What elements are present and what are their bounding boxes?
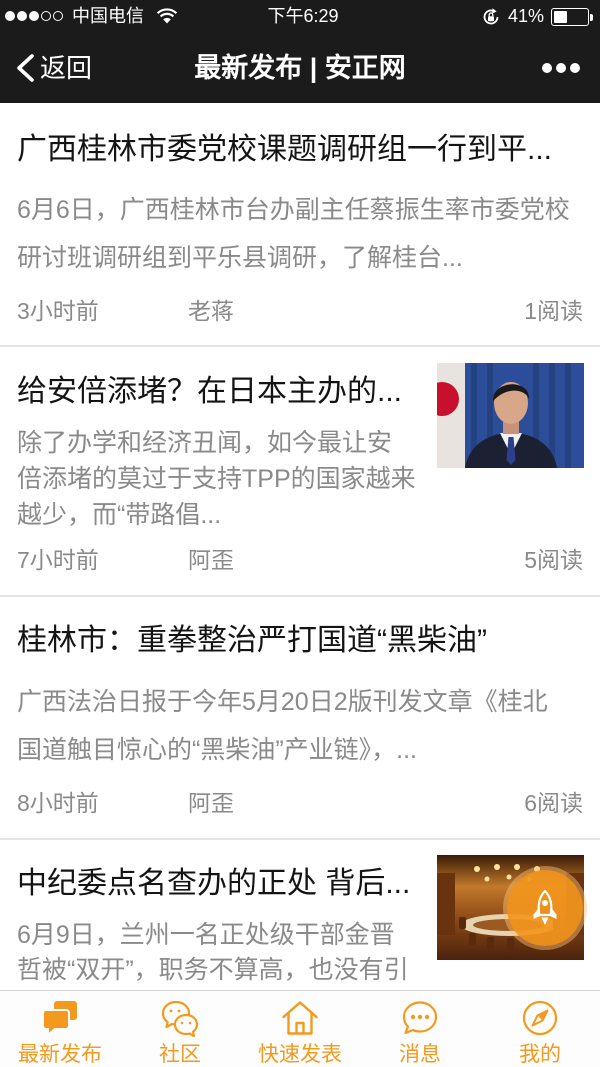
compass-icon — [520, 998, 560, 1038]
article-time: 7小时前 — [17, 547, 99, 573]
battery-icon — [551, 8, 589, 26]
message-dots-icon — [400, 998, 440, 1038]
summary-line: 6月6日，广西桂林市台办副主任蔡振生率市委党校 — [17, 196, 570, 224]
article-read-count: 6阅读 — [524, 790, 583, 816]
article-author: 老蒋 — [188, 298, 234, 324]
article-meta: 7小时前 阿歪 5阅读 — [0, 544, 600, 576]
summary-line: 研讨班调研组到平乐县调研，了解桂台... — [17, 244, 463, 272]
wifi-icon — [156, 8, 178, 24]
article-item[interactable]: 桂林市：重拳整治严打国道“黑柴油” 广西法治日报于今年5月20日2版刊发文章《桂… — [0, 597, 600, 840]
article-title: 中纪委点名查办的正处 背后... — [17, 867, 411, 900]
article-title: 给安倍添堵？在日本主办的... — [17, 375, 403, 408]
tab-label: 我的 — [519, 1043, 561, 1066]
status-bar: 中国电信 下午6:29 41% — [0, 0, 600, 33]
article-summary: 除了办学和经济丑闻，如今最让安 倍添堵的莫过于支持TPP的国家越来 越少，而“带… — [17, 425, 427, 533]
summary-line: 哲被“双开”，职务不算高，也没有引 — [17, 956, 409, 984]
summary-line: 倍添堵的莫过于支持TPP的国家越来 — [17, 465, 416, 493]
signal-dot — [53, 11, 63, 21]
tab-label: 消息 — [399, 1043, 441, 1066]
tab-community[interactable]: 社区 — [120, 991, 240, 1067]
signal-dot — [41, 11, 51, 21]
nav-bar: 返回 最新发布 | 安正网 — [0, 33, 600, 103]
signal-strength — [5, 11, 67, 22]
article-meta: 3小时前 老蒋 1阅读 — [0, 295, 600, 327]
tab-label: 快速发表 — [258, 1043, 342, 1066]
tab-messages[interactable]: 消息 — [360, 991, 480, 1067]
article-read-count: 1阅读 — [524, 298, 583, 324]
battery-nub — [590, 14, 593, 21]
article-title: 广西桂林市委党校课题调研组一行到平... — [17, 133, 553, 166]
orientation-lock-icon — [483, 8, 499, 25]
summary-line: 越少，而“带路倡... — [17, 501, 222, 529]
article-summary: 6月9日，兰州一名正处级干部金晋 哲被“双开”，职务不算高，也没有引 — [17, 918, 427, 988]
tab-quick-post[interactable]: 快速发表 — [240, 991, 360, 1067]
battery-percent: 41% — [508, 6, 545, 26]
community-bubbles-icon — [160, 998, 200, 1038]
signal-dot — [5, 11, 15, 21]
summary-line: 6月9日，兰州一名正处级干部金晋 — [17, 921, 395, 949]
article-item[interactable]: 给安倍添堵？在日本主办的... 除了办学和经济丑闻，如今最让安 倍添堵的莫过于支… — [0, 347, 600, 597]
article-item[interactable]: 广西桂林市委党校课题调研组一行到平... 6月6日，广西桂林市台办副主任蔡振生率… — [0, 103, 600, 347]
carrier-name: 中国电信 — [72, 6, 144, 26]
chevron-left-icon — [17, 54, 34, 82]
summary-line: 广西法治日报于今年5月20日2版刊发文章《桂北 — [17, 688, 548, 716]
tab-latest[interactable]: 最新发布 — [0, 991, 120, 1067]
summary-line: 国道触目惊心的“黑柴油”产业链》，... — [17, 736, 417, 764]
article-title: 桂林市：重拳整治严打国道“黑柴油” — [17, 624, 487, 657]
tab-label: 最新发布 — [18, 1043, 102, 1066]
battery-fill — [554, 11, 568, 23]
tab-me[interactable]: 我的 — [480, 991, 600, 1067]
back-label: 返回 — [40, 53, 93, 83]
article-time: 3小时前 — [17, 298, 99, 324]
signal-dot — [29, 11, 39, 21]
rocket-icon — [533, 889, 557, 925]
article-summary: 广西法治日报于今年5月20日2版刊发文章《桂北 国道触目惊心的“黑柴油”产业链》… — [17, 678, 583, 774]
article-summary: 6月6日，广西桂林市台办副主任蔡振生率市委党校 研讨班调研组到平乐县调研，了解桂… — [17, 186, 583, 282]
article-time: 8小时前 — [17, 790, 99, 816]
summary-line: 除了办学和经济丑闻，如今最让安 — [17, 429, 393, 457]
article-thumbnail — [437, 363, 584, 468]
tab-label: 社区 — [159, 1043, 201, 1066]
signal-dot — [17, 11, 27, 21]
back-button[interactable]: 返回 — [12, 49, 92, 87]
back-to-top-button[interactable] — [507, 870, 583, 946]
article-author: 阿歪 — [188, 790, 234, 816]
article-meta: 8小时前 阿歪 6阅读 — [0, 787, 600, 819]
article-author: 阿歪 — [188, 547, 234, 573]
clock: 下午6:29 — [267, 6, 339, 26]
more-dots-icon[interactable] — [540, 60, 582, 76]
house-icon — [280, 998, 320, 1038]
article-read-count: 5阅读 — [524, 547, 583, 573]
page-title: 最新发布 | 安正网 — [194, 53, 406, 83]
chat-bubbles-filled-icon — [40, 998, 80, 1038]
tab-bar: 最新发布 社区 快速发表 消息 我的 — [0, 990, 600, 1067]
